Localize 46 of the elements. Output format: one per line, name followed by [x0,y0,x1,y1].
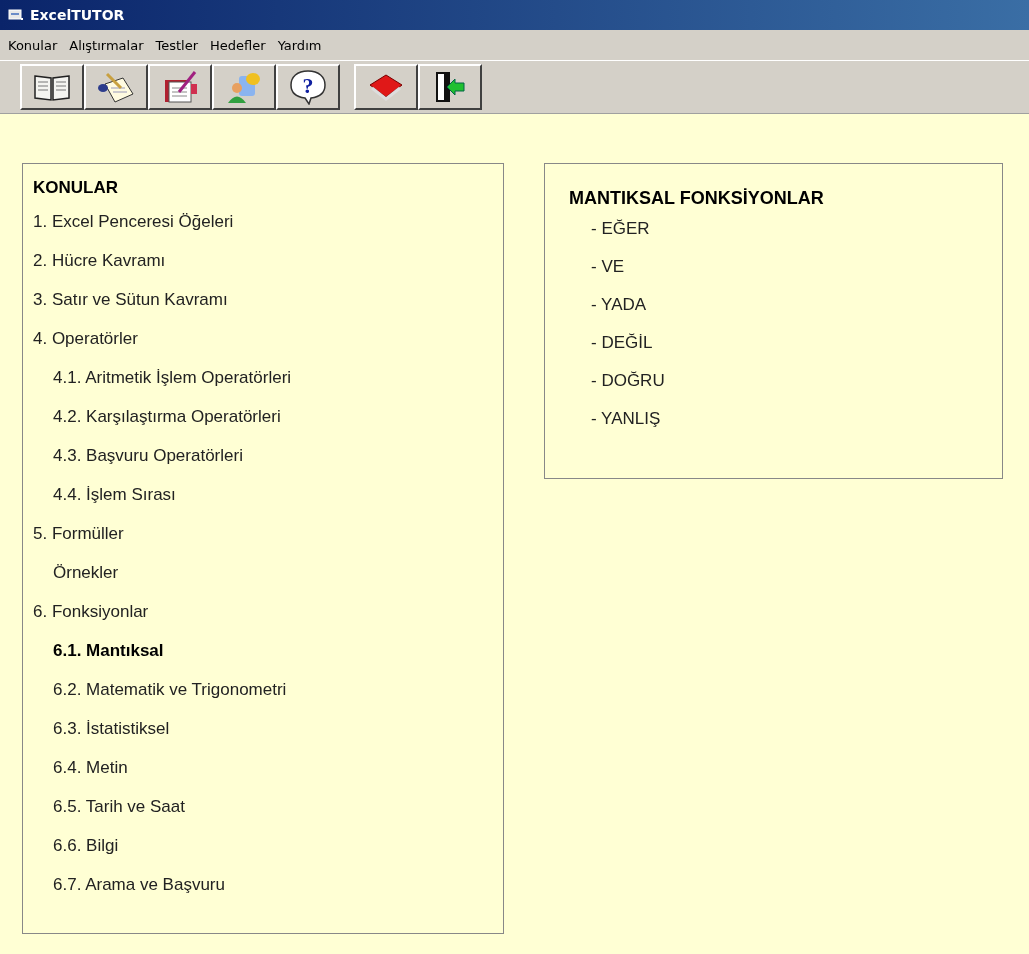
toolbar-button[interactable] [148,64,212,110]
topic-link[interactable]: 2. Hücre Kavramı [33,251,166,271]
topic-link[interactable]: 1. Excel Penceresi Öğeleri [33,212,234,232]
function-link[interactable]: - EĞER [591,219,650,239]
function-link[interactable]: - YADA [591,295,647,315]
topic-link[interactable]: Örnekler [53,563,119,583]
topic-link[interactable]: 4.1. Aritmetik İşlem Operatörleri [53,368,292,388]
toolbar-button[interactable] [418,64,482,110]
topic-link[interactable]: 6. Fonksiyonlar [33,602,149,622]
topic-link[interactable]: 6.1. Mantıksal [53,641,164,661]
function-link[interactable]: - VE [591,257,625,277]
topic-link[interactable]: 4.2. Karşılaştırma Operatörleri [53,407,281,427]
topic-link[interactable]: 6.6. Bilgi [53,836,119,856]
open-book-icon [33,72,71,102]
topic-link[interactable]: 6.5. Tarih ve Saat [53,797,185,817]
notepad-pencil-icon [97,70,135,104]
topic-link[interactable]: 6.7. Arama ve Başvuru [53,875,225,895]
topic-link[interactable]: 4.3. Başvuru Operatörleri [53,446,243,466]
topic-link[interactable]: 5. Formüller [33,524,124,544]
topic-link[interactable]: 3. Satır ve Sütun Kavramı [33,290,228,310]
app-icon [8,8,24,22]
people-icon [225,70,263,104]
book-icon [368,73,404,101]
panel-heading: MANTIKSAL FONKSİYONLAR [569,188,825,209]
panel-heading: KONULAR [33,178,119,198]
menu-item[interactable]: Konular [8,37,58,53]
function-link[interactable]: - DOĞRU [591,371,665,391]
topic-link[interactable]: 4. Operatörler [33,329,138,349]
function-link[interactable]: - DEĞİL [591,333,653,353]
menu-item[interactable]: Yardım [277,37,322,53]
menu-item[interactable]: Alıştırmalar [69,37,144,53]
toolbar-button[interactable] [20,64,84,110]
menu-item[interactable]: Testler [155,37,199,53]
toolbar-button[interactable] [84,64,148,110]
toolbar-button[interactable]: ? [276,64,340,110]
topic-link[interactable]: 6.4. Metin [53,758,128,778]
menu-item[interactable]: Hedefler [210,37,266,53]
toolbar-button[interactable] [212,64,276,110]
topic-link[interactable]: 4.4. İşlem Sırası [53,485,176,505]
topic-link[interactable]: 6.2. Matematik ve Trigonometri [53,680,287,700]
exit-door-icon [433,70,467,104]
window-title: ExcelTUTOR [30,7,125,23]
help-icon: ? [289,69,327,105]
function-link[interactable]: - YANLIŞ [591,409,661,429]
topic-link[interactable]: 6.3. İstatistiksel [53,719,170,739]
toolbar-button[interactable] [354,64,418,110]
